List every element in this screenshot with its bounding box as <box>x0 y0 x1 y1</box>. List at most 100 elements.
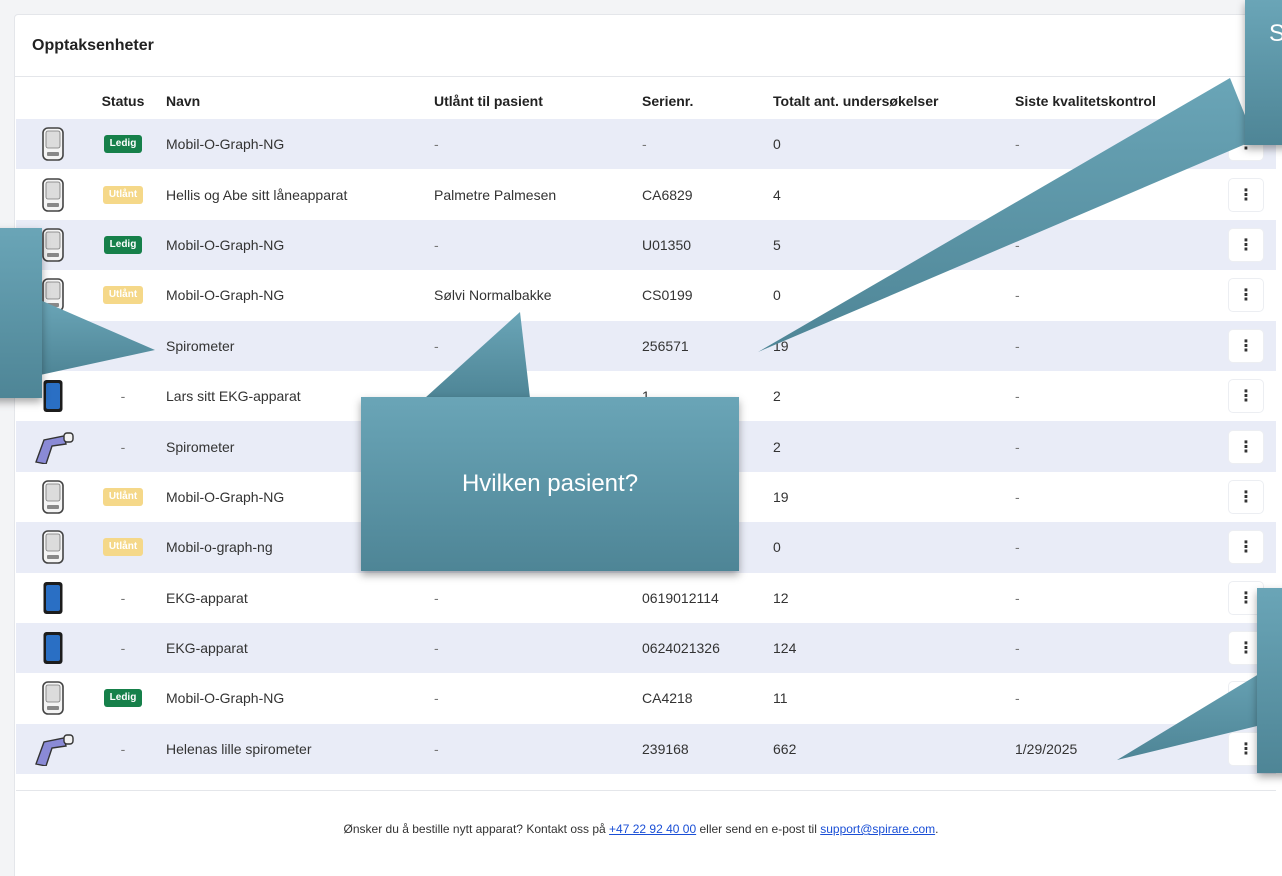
serial-number: - <box>642 136 647 153</box>
status-empty: - <box>120 589 126 606</box>
ekg-device-icon <box>16 623 90 673</box>
spirometer-icon <box>16 724 90 774</box>
more-options-button[interactable]: ⋮ <box>1229 480 1263 513</box>
last-quality-control: - <box>1015 488 1020 505</box>
status-cell: - <box>90 321 156 371</box>
serial-number: CS0199 <box>642 287 693 304</box>
status-badge-utlant: Utlånt <box>102 286 144 305</box>
row-actions: ⋮ <box>1229 421 1263 471</box>
left-callout <box>0 228 42 398</box>
header-quality-control[interactable]: Siste kvalitetskontrol <box>1015 83 1156 119</box>
table-row[interactable]: Utlånt Hellis og Abe sitt låneapparat Palm… <box>16 169 1276 219</box>
status-cell: Ledig <box>90 673 156 723</box>
device-name: EKG-apparat <box>166 640 248 657</box>
header-loaned[interactable]: Utlånt til pasient <box>434 83 543 119</box>
row-actions: ⋮ <box>1229 270 1263 320</box>
total-examinations: 662 <box>773 740 797 757</box>
status-badge-utlant: Utlånt <box>102 538 144 557</box>
device-name: Lars sitt EKG-apparat <box>166 388 301 405</box>
serial-number: 256571 <box>642 337 689 354</box>
device-name: Mobil-O-Graph-NG <box>166 690 285 707</box>
device-name: Spirometer <box>166 438 235 455</box>
header-status[interactable]: Status <box>90 83 156 119</box>
status-cell: - <box>90 371 156 421</box>
total-examinations: 11 <box>773 690 788 707</box>
device-name: Mobil-O-Graph-NG <box>166 136 285 153</box>
status-empty: - <box>120 740 126 757</box>
footer-divider <box>16 790 1276 791</box>
table-row[interactable]: - EKG-apparat -0624021326 124- ⋮ <box>16 622 1276 674</box>
status-cell: Utlånt <box>90 270 156 320</box>
phone-link[interactable]: +47 22 92 40 00 <box>609 822 696 836</box>
loaned-to-patient: - <box>434 589 439 606</box>
loaned-to-patient: Sølvi Normalbakke <box>434 287 552 304</box>
loaned-to-patient: - <box>434 136 439 153</box>
table-row[interactable]: - Spirometer - 256571 19 - ⋮ <box>16 320 1276 371</box>
footer-text-after: . <box>935 822 939 836</box>
loaned-to-patient: - <box>434 236 439 253</box>
ekg-device-icon <box>16 573 90 623</box>
status-badge-ledig: Ledig <box>103 689 143 708</box>
status-cell: - <box>90 623 156 673</box>
table-row[interactable]: Ledig Mobil-O-Graph-NG - U01350 5 - ⋮ <box>16 219 1276 271</box>
serial-number: CA4218 <box>642 690 693 707</box>
loaned-to-patient: - <box>434 337 439 354</box>
more-options-button[interactable]: ⋮ <box>1229 430 1263 463</box>
email-link[interactable]: support@spirare.com <box>820 822 935 836</box>
loaned-to-patient: - <box>434 740 439 757</box>
serial-number: 0624021326 <box>642 640 720 657</box>
more-options-button[interactable]: ⋮ <box>1229 380 1263 413</box>
status-empty: - <box>120 438 126 455</box>
page-title: Opptaksenheter <box>32 36 154 54</box>
total-examinations: 5 <box>773 236 781 253</box>
last-quality-control: 1/29/2025 <box>1015 740 1078 757</box>
header-total[interactable]: Totalt ant. undersøkelser <box>773 83 938 119</box>
status-cell: Utlånt <box>90 472 156 522</box>
table-row[interactable]: Ledig Mobil-O-Graph-NG - CA4218 11- ⋮ <box>16 673 1276 723</box>
total-examinations: 0 <box>773 136 781 153</box>
last-quality-control: - <box>1015 337 1020 354</box>
last-quality-control: - <box>1015 640 1020 657</box>
loaned-to-patient: Palmetre Palmesen <box>434 186 557 203</box>
table-row[interactable]: LedigMobil-O-Graph-NG--0-⋮ <box>16 119 1276 170</box>
status-badge-ledig: Ledig <box>103 235 143 254</box>
row-actions: ⋮ <box>1229 472 1263 522</box>
top-right-callout: S <box>1245 0 1282 145</box>
spirometer-icon <box>16 421 90 471</box>
status-badge-utlant: Utlånt <box>102 185 144 204</box>
header-serial[interactable]: Serienr. <box>642 83 693 119</box>
device-name: Helenas lille spirometer <box>166 740 312 757</box>
bp-monitor-icon <box>16 673 90 723</box>
table-row[interactable]: Utlånt Mobil-O-Graph-NG Sølvi Normalbakke C… <box>16 270 1276 320</box>
footer-text-before: Ønsker du å bestille nytt apparat? Konta… <box>343 822 610 836</box>
bp-monitor-icon <box>16 119 90 169</box>
more-options-button[interactable]: ⋮ <box>1229 329 1263 362</box>
table-row[interactable]: - Helenas lille spirometer - 239168 662 1/29/… <box>16 723 1276 775</box>
device-name: Mobil-O-Graph-NG <box>166 236 285 253</box>
more-options-button[interactable]: ⋮ <box>1229 178 1263 211</box>
center-callout: Hvilken pasient? <box>361 397 739 571</box>
device-name: Hellis og Abe sitt låneapparat <box>166 186 348 203</box>
row-actions: ⋮ <box>1229 522 1263 572</box>
more-options-button[interactable]: ⋮ <box>1229 228 1263 261</box>
more-options-button[interactable]: ⋮ <box>1229 531 1263 564</box>
bp-monitor-icon <box>16 169 90 219</box>
last-quality-control: - <box>1015 589 1020 606</box>
bp-monitor-icon <box>16 522 90 572</box>
more-options-button[interactable]: ⋮ <box>1229 279 1263 312</box>
device-name: EKG-apparat <box>166 589 248 606</box>
last-quality-control: - <box>1015 690 1020 707</box>
footer-text: Ønsker du å bestille nytt apparat? Konta… <box>0 822 1282 836</box>
device-name: Spirometer <box>166 337 235 354</box>
table-row[interactable]: - EKG-apparat -0619012114 12- ⋮ <box>16 573 1276 623</box>
device-name: Mobil-O-Graph-NG <box>166 488 285 505</box>
table-header: Status Navn Utlånt til pasient Serienr. … <box>16 83 1276 119</box>
status-cell: - <box>90 421 156 471</box>
device-name: Mobil-O-Graph-NG <box>166 287 285 304</box>
status-badge-utlant: Utlånt <box>102 487 144 506</box>
total-examinations: 2 <box>773 438 781 455</box>
status-empty: - <box>120 640 126 657</box>
last-quality-control: - <box>1015 136 1020 153</box>
row-actions: ⋮ <box>1229 371 1263 421</box>
header-name[interactable]: Navn <box>166 83 200 119</box>
